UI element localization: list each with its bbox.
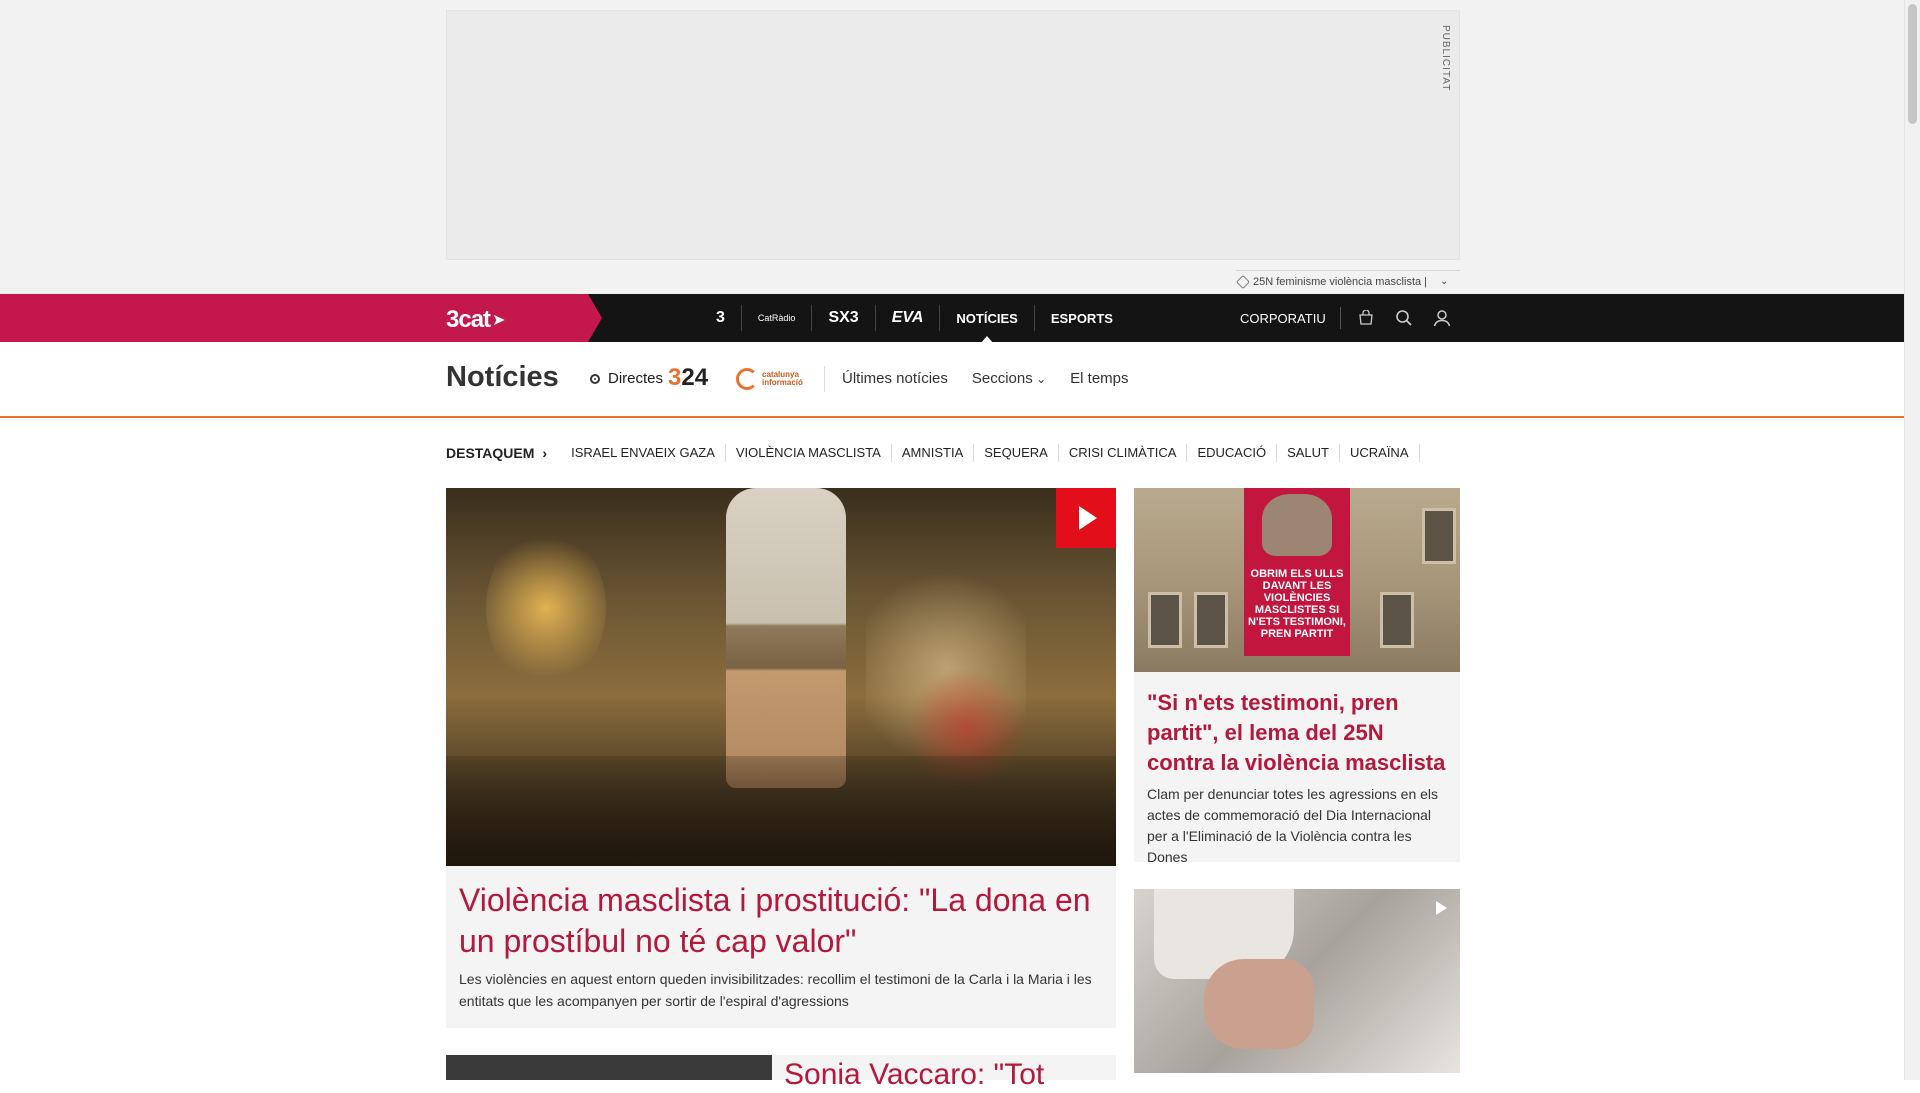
topics-lead-label: DESTAQUEM xyxy=(446,445,535,461)
channel-list: 3 CatRàdio SX3 EVA NOTÍCIES ESPORTS xyxy=(700,294,1129,344)
logo-catalunya-informacio-text: catalunya informació xyxy=(762,370,803,387)
image-window xyxy=(1194,592,1228,648)
corporate-link[interactable]: CORPORATIU xyxy=(1240,307,1341,329)
live-link[interactable]: Directes xyxy=(590,370,663,387)
image-hand xyxy=(1204,959,1314,1049)
trending-tag[interactable]: 25N feminisme violència masclista | ⌄ xyxy=(1235,270,1460,292)
channel-esports-label: ESPORTS xyxy=(1050,310,1113,326)
section-links: Últimes notícies Seccions El temps xyxy=(842,370,1129,387)
channel-noticies[interactable]: NOTÍCIES xyxy=(939,305,1033,344)
topic-link[interactable]: UCRAÏNA xyxy=(1340,444,1420,462)
section-divider xyxy=(824,366,825,392)
play-triangle xyxy=(1079,506,1097,530)
side-article-summary: Clam per denunciar totes les agressions … xyxy=(1147,786,1439,865)
bottom-article-title[interactable]: Sonia Vaccaro: "Tot xyxy=(784,1057,1044,1093)
scrollbar[interactable] xyxy=(1904,0,1920,1080)
logo-324-prefix: 3 xyxy=(668,364,682,391)
side-article-2-image[interactable] xyxy=(1134,889,1460,1073)
main-article-summary: Les violències en aquest entorn queden i… xyxy=(459,971,1092,1009)
trending-tag-text: 25N feminisme violència masclista | xyxy=(1253,275,1428,288)
brand-band xyxy=(0,294,602,342)
catalunya-informacio-ring-icon xyxy=(736,368,758,390)
logo-324[interactable]: 3 24 xyxy=(668,364,708,392)
chevron-right-icon: › xyxy=(542,445,548,461)
channel-noticies-label: NOTÍCIES xyxy=(956,310,1018,326)
brand-logo[interactable]: 3cat ➤ xyxy=(446,306,505,334)
main-article-image[interactable] xyxy=(446,488,1116,866)
sx3-logo-icon: SX3 xyxy=(828,309,859,326)
page: PUBLICITAT 25N feminisme violència mascl… xyxy=(0,0,1920,1091)
tag-icon xyxy=(1235,274,1251,289)
image-figure xyxy=(726,488,846,788)
image-light-glow xyxy=(486,528,606,688)
channel-catradio[interactable]: CatRàdio xyxy=(740,305,812,331)
ad-slot[interactable]: PUBLICITAT xyxy=(446,10,1460,260)
section-header: Notícies Directes 3 24 catalunya informa… xyxy=(0,342,1904,418)
user-icon[interactable] xyxy=(1423,294,1461,342)
topic-link[interactable]: SEQUERA xyxy=(974,444,1059,462)
topnav-right: CORPORATIU xyxy=(1240,294,1461,342)
weather-link[interactable]: El temps xyxy=(1070,370,1128,387)
main-article-card[interactable]: Violència masclista i prostitució: "La d… xyxy=(446,488,1116,1028)
side-article-title[interactable]: "Si n'ets testimoni, pren partit", el le… xyxy=(1147,688,1451,778)
search-icon[interactable] xyxy=(1385,294,1423,342)
latest-news-link[interactable]: Últimes notícies xyxy=(842,370,948,387)
bottom-article-card[interactable]: Sonia Vaccaro: "Tot xyxy=(446,1055,1116,1091)
top-navigation: 3cat ➤ 3 CatRàdio SX3 EVA NOTÍCIES ESPOR… xyxy=(0,294,1904,344)
live-link-label: Directes xyxy=(608,370,664,387)
topic-link[interactable]: EDUCACIÓ xyxy=(1187,444,1278,462)
ad-label: PUBLICITAT xyxy=(1440,25,1451,92)
topics-lead[interactable]: DESTAQUEM › xyxy=(446,445,561,461)
live-broadcast-icon xyxy=(590,373,600,384)
topic-link[interactable]: CRISI CLIMÀTICA xyxy=(1059,444,1188,462)
channel-esports[interactable]: ESPORTS xyxy=(1033,305,1129,331)
topic-link[interactable]: SALUT xyxy=(1277,444,1340,462)
sections-dropdown[interactable]: Seccions xyxy=(972,370,1046,387)
channel-tv3[interactable]: 3 xyxy=(700,305,741,331)
channel-sx3[interactable]: SX3 xyxy=(811,305,874,331)
topic-link[interactable]: ISRAEL ENVAEIX GAZA xyxy=(561,444,726,462)
channel-eva[interactable]: EVA xyxy=(874,305,940,331)
image-face xyxy=(1262,494,1332,556)
topic-link[interactable]: AMNISTIA xyxy=(892,444,975,462)
side-article-image[interactable]: OBRIM ELS ULLS DAVANT LES VIOLÈNCIES MAS… xyxy=(1134,488,1460,672)
topics-bar: DESTAQUEM › ISRAEL ENVAEIX GAZA VIOLÈNCI… xyxy=(446,444,1420,462)
image-window xyxy=(1148,592,1182,648)
image-banner-text: OBRIM ELS ULLS DAVANT LES VIOLÈNCIES MAS… xyxy=(1248,568,1346,640)
section-title[interactable]: Notícies xyxy=(446,361,559,394)
play-triangle xyxy=(1435,901,1447,915)
tv3-logo-icon: 3 xyxy=(716,309,725,326)
bottom-article-image[interactable] xyxy=(446,1055,772,1080)
image-window xyxy=(1422,508,1456,564)
shop-bag-icon[interactable] xyxy=(1347,294,1385,342)
logo-324-suffix: 24 xyxy=(681,364,709,391)
logo-catalunya-informacio[interactable]: catalunya informació xyxy=(736,368,818,390)
chevron-down-icon[interactable]: ⌄ xyxy=(1440,276,1448,287)
play-video-icon[interactable] xyxy=(1056,488,1116,548)
image-window xyxy=(1380,592,1414,648)
catradio-logo-icon: CatRàdio xyxy=(757,313,796,323)
topic-link[interactable]: VIOLÈNCIA MASCLISTA xyxy=(726,444,892,462)
scrollbar-thumb[interactable] xyxy=(1908,4,1917,124)
brand-arrow-icon: ➤ xyxy=(492,312,505,329)
eva-logo-icon: EVA xyxy=(891,309,924,326)
main-article-title[interactable]: Violència masclista i prostitució: "La d… xyxy=(459,880,1105,962)
play-video-icon[interactable] xyxy=(1428,895,1454,921)
side-article-card[interactable]: OBRIM ELS ULLS DAVANT LES VIOLÈNCIES MAS… xyxy=(1134,488,1460,865)
image-street xyxy=(446,756,1116,866)
ad-band: PUBLICITAT 25N feminisme violència mascl… xyxy=(0,0,1904,294)
brand-name: 3cat xyxy=(446,306,491,333)
